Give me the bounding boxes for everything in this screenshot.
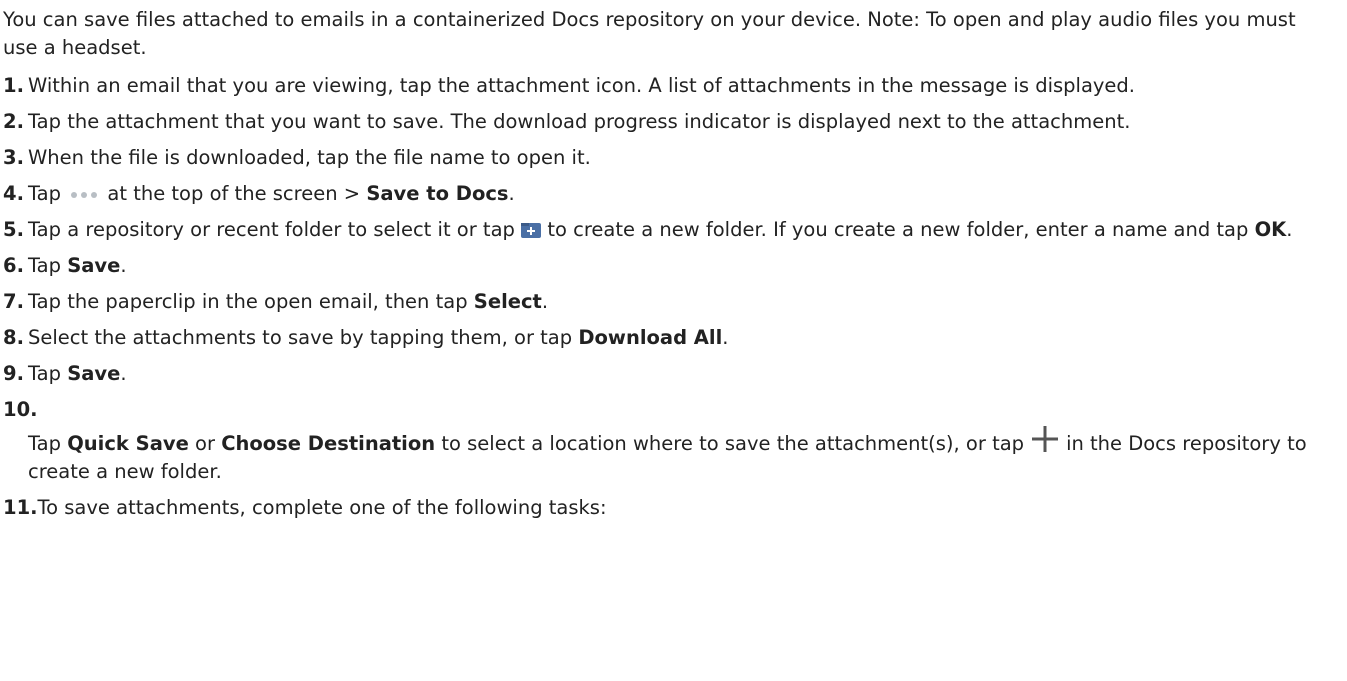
more-options-icon [71,191,98,198]
step-text-mid: or [195,432,215,455]
step-number: 7. [3,290,24,313]
step-number: 10. [3,398,38,421]
step-text: Tap Save. [28,360,1333,388]
step-number: 9. [3,362,24,385]
step-4: 4. Tap at the top of the screen > Save t… [3,180,1333,208]
quick-save-label: Quick Save [67,432,189,455]
step-text-post: at the top of the screen > [107,182,361,205]
download-all-label: Download All [578,326,723,349]
step-1: 1. Within an email that you are viewing,… [3,72,1333,100]
step-number: 11. [3,496,38,519]
plus-icon [1032,426,1059,452]
step-text: When the file is downloaded, tap the fil… [28,146,591,169]
intro-paragraph: You can save files attached to emails in… [3,8,1296,59]
step-text: Select the attachments to save by tappin… [28,324,1333,352]
step-text-end: . [508,182,515,205]
step-5: 5. Tap a repository or recent folder to … [3,216,1333,244]
step-text-pre: Tap [28,182,62,205]
step-text: Tap the attachment that you want to save… [28,110,1131,133]
step-text: Within an email that you are viewing, ta… [28,74,1136,97]
step-text-end: . [722,326,729,349]
step-text-pre: Tap [28,432,62,455]
step-text-post: to create a new folder. If you create a … [547,218,1249,241]
new-folder-icon [521,223,542,238]
step-number: 4. [3,182,24,205]
choose-destination-label: Choose Destination [221,432,436,455]
step-number: 3. [3,146,24,169]
step-text-pre: Tap [28,362,62,385]
save-to-docs-label: Save to Docs [366,182,509,205]
step-text: Tap Quick Save or Choose Destination to … [3,424,1333,486]
step-number: 5. [3,218,24,241]
step-text-post: to select a location where to save the a… [441,432,1025,455]
step-number: 2. [3,110,24,133]
step-6: 6. Tap Save. [3,252,1333,280]
step-text-end: . [1286,218,1293,241]
step-8: 8. Select the attachments to save by tap… [3,324,1333,352]
step-text-pre: Tap a repository or recent folder to sel… [28,218,515,241]
step-text: To save attachments, complete one of the… [37,496,607,519]
step-9: 9. Tap Save. [3,360,1333,388]
step-text: Tap at the top of the screen > Save to D… [28,180,1333,208]
step-text-pre: Tap [28,254,62,277]
step-number: 1. [3,74,24,97]
step-text-pre: Tap the paperclip in the open email, the… [28,290,468,313]
step-text-pre: Select the attachments to save by tappin… [28,326,573,349]
step-text: Tap a repository or recent folder to sel… [28,216,1333,244]
step-text: Tap Save. [28,252,1333,280]
step-10: 10. Tap Quick Save or Choose Destination… [3,396,1333,486]
step-text: Tap the paperclip in the open email, the… [28,288,1333,316]
step-text-end: . [120,254,127,277]
step-2: 2. Tap the attachment that you want to s… [3,108,1333,136]
step-text-end: . [120,362,127,385]
steps-list: 1. Within an email that you are viewing,… [3,72,1333,522]
select-label: Select [473,290,542,313]
ok-label: OK [1254,218,1287,241]
step-11: 11. To save attachments, complete one of… [3,494,1333,522]
save-label: Save [67,362,121,385]
step-number: 6. [3,254,24,277]
step-text-end: . [541,290,549,313]
step-3: 3. When the file is downloaded, tap the … [3,144,1333,172]
step-number: 8. [3,326,24,349]
step-7: 7. Tap the paperclip in the open email, … [3,288,1333,316]
save-label: Save [67,254,121,277]
document: You can save files attached to emails in… [0,0,1333,522]
